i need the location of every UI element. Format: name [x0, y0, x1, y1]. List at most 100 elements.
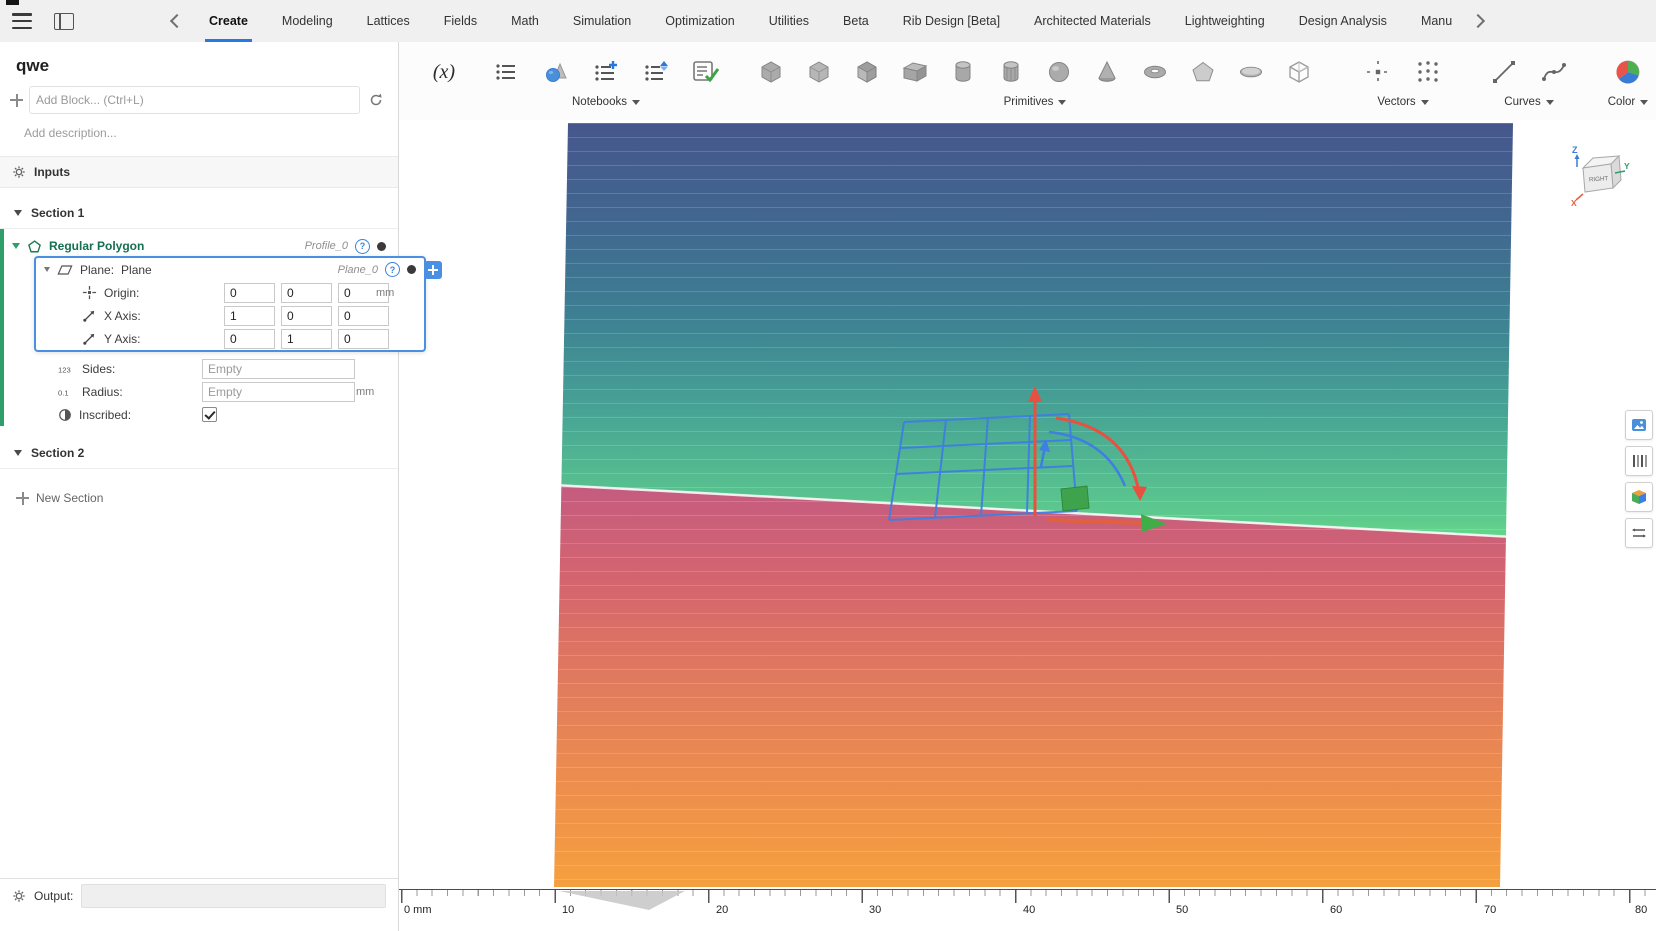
help-icon[interactable]: ?	[355, 238, 370, 254]
section-view-button[interactable]	[1625, 446, 1653, 476]
tab-manufacturing[interactable]: Manu	[1404, 0, 1469, 42]
vectors-label: Vectors	[1377, 96, 1416, 108]
render-mode-button[interactable]	[1625, 410, 1653, 440]
vectors-dropdown[interactable]: Vectors	[1377, 96, 1429, 108]
scalar-icon: 0.1	[58, 388, 69, 397]
x-axis-z-input[interactable]	[338, 305, 389, 326]
visibility-toggle-icon[interactable]	[377, 241, 386, 251]
tab-fields[interactable]: Fields	[427, 0, 494, 42]
axis-x-label: X	[1571, 198, 1577, 208]
section-1-header[interactable]: Section 1	[0, 198, 398, 229]
function-icon: (x)	[432, 60, 456, 83]
3d-viewport[interactable]: Z RIGHT Y X 0 mm 10 20 30 40 50 60 70 80	[399, 120, 1656, 931]
view-cube[interactable]: Z RIGHT Y X	[1569, 142, 1631, 208]
section-2-label: Section 2	[31, 446, 85, 460]
sphere-button[interactable]	[1035, 50, 1083, 94]
box-button[interactable]	[747, 50, 795, 94]
block-toolbar: (x) Notebooks Primitives Vectors Curves …	[399, 42, 1656, 120]
sheared-box-button[interactable]	[891, 50, 939, 94]
tab-rib-design[interactable]: Rib Design [Beta]	[886, 0, 1017, 42]
visibility-toggle-icon[interactable]	[407, 265, 416, 274]
tab-lattices[interactable]: Lattices	[350, 0, 427, 42]
chevron-down-icon	[1058, 99, 1067, 105]
output-field[interactable]	[81, 884, 386, 908]
tab-design-analysis[interactable]: Design Analysis	[1282, 0, 1404, 42]
color-dropdown[interactable]: Color	[1608, 96, 1649, 108]
help-icon[interactable]: ?	[385, 262, 400, 277]
x-axis-y-input[interactable]	[281, 305, 332, 326]
torus-button[interactable]	[1131, 50, 1179, 94]
inscribed-checkbox[interactable]	[202, 407, 217, 422]
tab-beta[interactable]: Beta	[826, 0, 886, 42]
ribbed-cylinder-button[interactable]	[987, 50, 1035, 94]
cylinder-button[interactable]	[939, 50, 987, 94]
tab-architected-materials[interactable]: Architected Materials	[1017, 0, 1168, 42]
primitives-dropdown[interactable]: Primitives	[1004, 96, 1067, 108]
spline-button[interactable]	[1529, 50, 1579, 94]
tab-create[interactable]: Create	[192, 0, 265, 42]
add-list-button[interactable]	[581, 50, 631, 94]
cone-button[interactable]	[1083, 50, 1131, 94]
description-placeholder[interactable]: Add description...	[24, 126, 398, 140]
notebook-sidebar: qwe Add description... Inputs Section 1 …	[0, 42, 399, 931]
notebooks-label: Notebooks	[572, 96, 627, 108]
curves-dropdown[interactable]: Curves	[1504, 96, 1554, 108]
function-block-button[interactable]: (x)	[419, 50, 469, 94]
rounded-box-button[interactable]	[795, 50, 843, 94]
color-button[interactable]	[1603, 50, 1653, 94]
origin-x-input[interactable]	[224, 282, 275, 303]
add-block-input[interactable]	[29, 86, 360, 114]
tab-utilities[interactable]: Utilities	[752, 0, 826, 42]
tabs-scroll-left-icon[interactable]	[169, 13, 185, 29]
radius-input[interactable]	[202, 381, 355, 402]
sheared-box-icon	[902, 62, 928, 82]
tab-modeling[interactable]: Modeling	[265, 0, 350, 42]
reorder-list-button[interactable]	[631, 50, 681, 94]
pentagon-icon	[1192, 61, 1214, 82]
block-collapse-icon	[12, 243, 20, 249]
hamburger-menu-icon[interactable]	[12, 13, 32, 29]
plane-row[interactable]: Plane: Plane Plane_0 ?	[36, 258, 424, 281]
tab-optimization[interactable]: Optimization	[648, 0, 751, 42]
polygon-button[interactable]	[1179, 50, 1227, 94]
notebook-shapes-button[interactable]	[531, 50, 581, 94]
sides-input[interactable]	[202, 358, 355, 379]
add-block-row	[10, 86, 386, 114]
tabs-scroll-right-icon[interactable]	[1471, 13, 1486, 29]
sidebar-toggle-icon[interactable]	[54, 12, 74, 30]
tab-lightweighting[interactable]: Lightweighting	[1168, 0, 1282, 42]
add-plane-button[interactable]	[424, 261, 442, 279]
disc-button[interactable]	[1227, 50, 1275, 94]
line-button[interactable]	[1479, 50, 1529, 94]
y-axis-y-input[interactable]	[281, 328, 332, 349]
gradient-plane-geometry[interactable]	[554, 123, 1513, 887]
image-icon	[1632, 419, 1646, 431]
measure-button[interactable]	[1625, 518, 1653, 548]
refresh-icon[interactable]	[366, 90, 386, 110]
tab-math[interactable]: Math	[494, 0, 556, 42]
validate-notebook-button[interactable]	[681, 50, 731, 94]
point-button[interactable]	[1353, 50, 1403, 94]
x-axis-x-input[interactable]	[224, 305, 275, 326]
profile-icon	[28, 239, 41, 252]
box-from-faces-button[interactable]	[843, 50, 891, 94]
y-axis-z-input[interactable]	[338, 328, 389, 349]
origin-unit: mm	[376, 286, 395, 299]
list-button[interactable]	[481, 50, 531, 94]
y-axis-x-input[interactable]	[224, 328, 275, 349]
chevron-down-icon	[1640, 99, 1649, 105]
wireframe-box-button[interactable]	[1275, 50, 1323, 94]
point-grid-button[interactable]	[1403, 50, 1453, 94]
app-logo	[6, 0, 19, 5]
section-2-header[interactable]: Section 2	[0, 438, 398, 469]
axis-z-label: Z	[1572, 145, 1578, 155]
tab-simulation[interactable]: Simulation	[556, 0, 648, 42]
ribbon-tabs: Create Modeling Lattices Fields Math Sim…	[192, 0, 1469, 42]
material-view-button[interactable]	[1625, 482, 1653, 512]
ruler-label-10: 10	[562, 904, 575, 916]
origin-y-input[interactable]	[281, 282, 332, 303]
inputs-section-header[interactable]: Inputs	[0, 156, 398, 188]
gear-icon	[13, 890, 25, 902]
notebooks-dropdown[interactable]: Notebooks	[572, 96, 640, 108]
new-section-button[interactable]: New Section	[16, 491, 398, 505]
